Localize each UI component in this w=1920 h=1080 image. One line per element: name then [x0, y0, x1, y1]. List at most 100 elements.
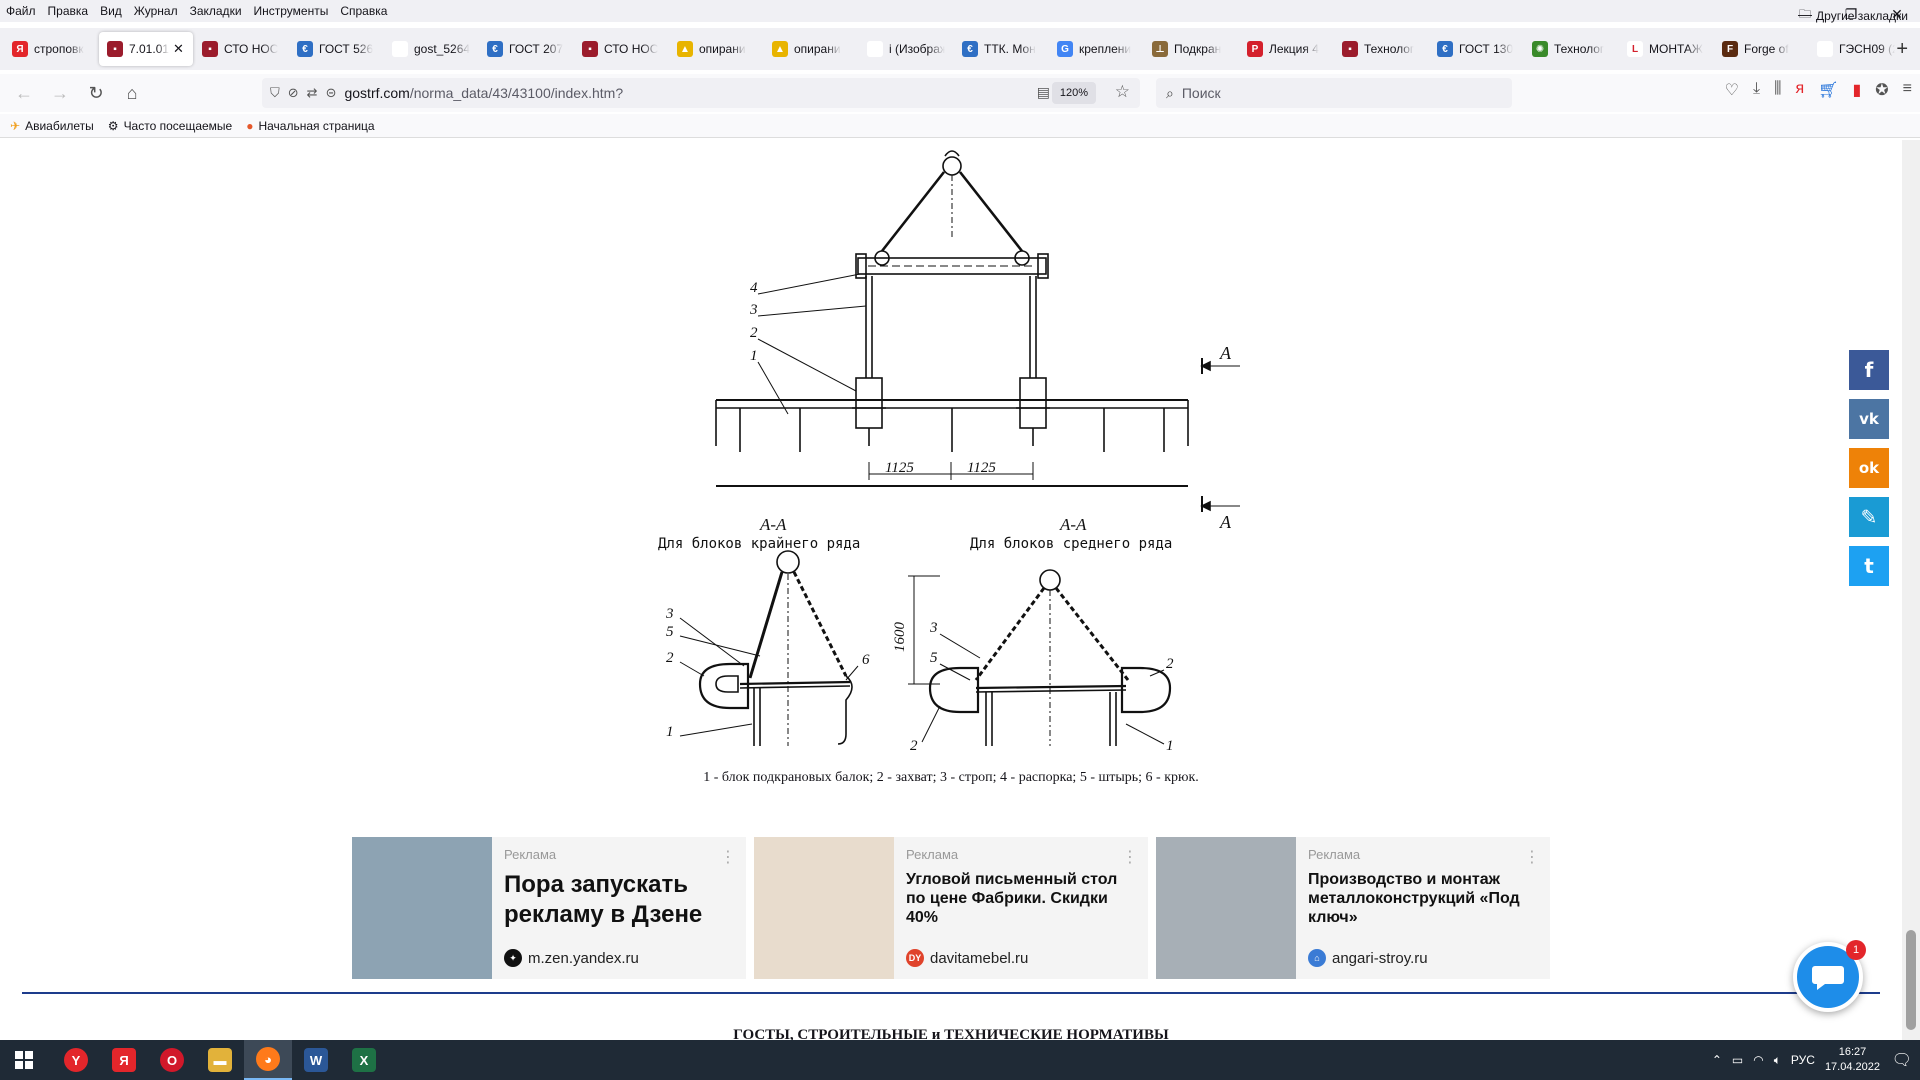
browser-tab[interactable]: ⊥ Подкран [1144, 32, 1238, 66]
menu-item[interactable]: Журнал [134, 4, 178, 18]
other-bookmarks[interactable]: 🗀︎ Другие закладки [1799, 5, 1908, 26]
ad-image[interactable] [1156, 837, 1296, 979]
url-bar[interactable]: ⛉ ⊘ ⇄ ⊝ gostrf.com/norma_data/43/43100/i… [262, 78, 1140, 108]
tray-expand-icon[interactable]: ⌃ [1712, 1053, 1722, 1067]
browser-tab[interactable]: € ГОСТ 526 [289, 32, 383, 66]
browser-tab[interactable]: Gкреплени [1049, 32, 1143, 66]
ad-domain[interactable]: ✦ m.zen.yandex.ru [504, 949, 639, 967]
navigation-bar: ← → ↻ ⌂ ⛉ ⊘ ⇄ ⊝ gostrf.com/norma_data/43… [0, 74, 1920, 112]
ad-menu-icon[interactable]: ⋮ [1122, 847, 1138, 867]
left-grip-shape [698, 662, 750, 710]
dimension-height: 1600 [892, 622, 908, 653]
ad-title[interactable]: Пора запускать рекламу в Дзене [504, 870, 734, 930]
new-tab-button[interactable]: + [1896, 38, 1908, 61]
bookmark-item[interactable]: ● Начальная страница [246, 119, 374, 133]
library-icon[interactable]: ⫼ [1774, 80, 1781, 100]
page-scrollbar[interactable] [1902, 140, 1920, 1040]
firefox-icon: ● [246, 118, 254, 133]
ad-menu-icon[interactable]: ⋮ [720, 847, 736, 867]
browser-tab[interactable]: ▪ СТО НОС [194, 32, 288, 66]
ad-body: Реклама Пора запускать рекламу в Дзене ✦ m.… [492, 837, 746, 979]
browser-tab[interactable]: Ястроповк [4, 32, 98, 66]
browser-tab[interactable]: ▲ опирани [764, 32, 858, 66]
browser-tab[interactable]: ▪ 7.01.01 ✕ [99, 32, 193, 66]
bookmark-item[interactable]: ✈ Авиабилеты [10, 119, 94, 133]
reader-view-icon[interactable]: ▤ [1037, 84, 1050, 101]
word-app[interactable]: W [292, 1040, 340, 1080]
ad-title[interactable]: Угловой письменный стол по цене Фабрики.… [906, 870, 1136, 927]
pocket-icon[interactable]: ♡ [1725, 80, 1739, 100]
downloads-icon[interactable]: ⤓ [1753, 80, 1760, 100]
permissions-icon[interactable]: ⇄ [307, 85, 318, 101]
menu-item[interactable]: Справка [340, 4, 387, 18]
url-text[interactable]: gostrf.com/norma_data/43/43100/index.htm… [344, 85, 623, 101]
browser-tab[interactable]: ✺ Технолог [1524, 32, 1618, 66]
start-button[interactable] [0, 1040, 48, 1080]
forward-button[interactable]: → [42, 75, 78, 111]
excel-app[interactable]: X [340, 1040, 388, 1080]
yandex-extension-icon[interactable]: я [1795, 80, 1804, 100]
ad-domain[interactable]: ⌂ angari-stroy.ru [1308, 949, 1428, 967]
browser-tab[interactable]: F Forge of [1714, 32, 1808, 66]
ad-title[interactable]: Производство и монтаж металлоконструкций… [1308, 870, 1538, 927]
twitter-share-button[interactable]: t [1849, 546, 1889, 586]
browser-tab[interactable]: gost_5264-80 [384, 32, 478, 66]
close-tab-icon[interactable]: ✕ [173, 41, 184, 57]
bookmark-star-icon[interactable]: ☆ [1115, 82, 1130, 102]
browser-tab[interactable]: L МОНТАЖ [1619, 32, 1713, 66]
tracking-icon[interactable]: ⊘ [288, 85, 299, 101]
back-button[interactable]: ← [6, 75, 42, 111]
opera-app[interactable]: O [148, 1040, 196, 1080]
menu-item[interactable]: Закладки [190, 4, 242, 18]
browser-tab[interactable]: ▪ СТО НОС [574, 32, 668, 66]
bookmark-item[interactable]: ⚙ Часто посещаемые [108, 119, 232, 133]
notifications-button[interactable]: 🗨︎ [1892, 1050, 1912, 1070]
menu-item[interactable]: Правка [48, 4, 89, 18]
yandex-app[interactable]: Я [100, 1040, 148, 1080]
network-icon[interactable]: ◠ [1753, 1053, 1763, 1067]
menu-item[interactable]: Инструменты [254, 4, 329, 18]
reload-button[interactable]: ↻ [78, 75, 114, 111]
clock-time: 16:27 [1838, 1046, 1867, 1058]
odnoklassniki-share-button[interactable]: ok [1849, 448, 1889, 488]
meet-now-icon[interactable]: ▭ [1732, 1053, 1743, 1067]
facebook-share-button[interactable]: f [1849, 350, 1889, 390]
browser-tab[interactable]: ГЭСН09 (2).p [1809, 32, 1903, 66]
browser-tab[interactable]: i (Изображен [859, 32, 953, 66]
share-panel: f vk ok ✎ t [1849, 350, 1889, 586]
cart-extension-icon[interactable]: 🛒︎ [1818, 80, 1838, 100]
ad-image[interactable] [754, 837, 894, 979]
browser-tab[interactable]: € ГОСТ 130 [1429, 32, 1523, 66]
yandex-browser-app[interactable]: Y [52, 1040, 100, 1080]
home-button[interactable]: ⌂ [114, 75, 150, 111]
scrollbar-thumb[interactable] [1906, 930, 1916, 1030]
url-host: gostrf.com [344, 85, 410, 101]
zoom-level-badge[interactable]: 120% [1051, 82, 1096, 104]
menu-item[interactable]: Файл [6, 4, 36, 18]
browser-tab[interactable]: ▪ Технолог [1334, 32, 1428, 66]
livejournal-share-button[interactable]: ✎ [1849, 497, 1889, 537]
vk-share-button[interactable]: vk [1849, 399, 1889, 439]
menu-icon[interactable]: ≡ [1903, 80, 1912, 100]
search-input[interactable]: ⌕ Поиск [1156, 78, 1512, 108]
flag-extension-icon[interactable]: ▮ [1852, 80, 1861, 100]
extensions-icon[interactable]: ✪ [1875, 80, 1888, 100]
browser-tab[interactable]: P Лекция 4 [1239, 32, 1333, 66]
shield-icon[interactable]: ⛉ [270, 85, 280, 101]
ad-menu-icon[interactable]: ⋮ [1524, 847, 1540, 867]
browser-tab[interactable]: € ГОСТ 207 [479, 32, 573, 66]
ad-image[interactable] [352, 837, 492, 979]
browser-tab[interactable]: € ТТК. Мон [954, 32, 1048, 66]
ad-card[interactable]: Реклама Угловой письменный стол по цене Ф… [754, 837, 1148, 979]
ad-card[interactable]: Реклама Пора запускать рекламу в Дзене ✦ m.… [352, 837, 746, 979]
lock-icon[interactable]: ⊝ [326, 85, 337, 101]
ad-domain[interactable]: DY davitamebel.ru [906, 949, 1028, 967]
clock[interactable]: 16:27 17.04.2022 [1825, 1045, 1880, 1075]
menu-item[interactable]: Вид [100, 4, 122, 18]
firefox-app[interactable]: ◕ [244, 1040, 292, 1080]
browser-tab[interactable]: ▲ опирани [669, 32, 763, 66]
ad-card[interactable]: Реклама Производство и монтаж металлоконс… [1156, 837, 1550, 979]
language-indicator[interactable]: РУС [1791, 1053, 1815, 1067]
volume-icon[interactable]: 🔈︎ [1774, 1053, 1781, 1068]
explorer-app[interactable]: ▬ [196, 1040, 244, 1080]
